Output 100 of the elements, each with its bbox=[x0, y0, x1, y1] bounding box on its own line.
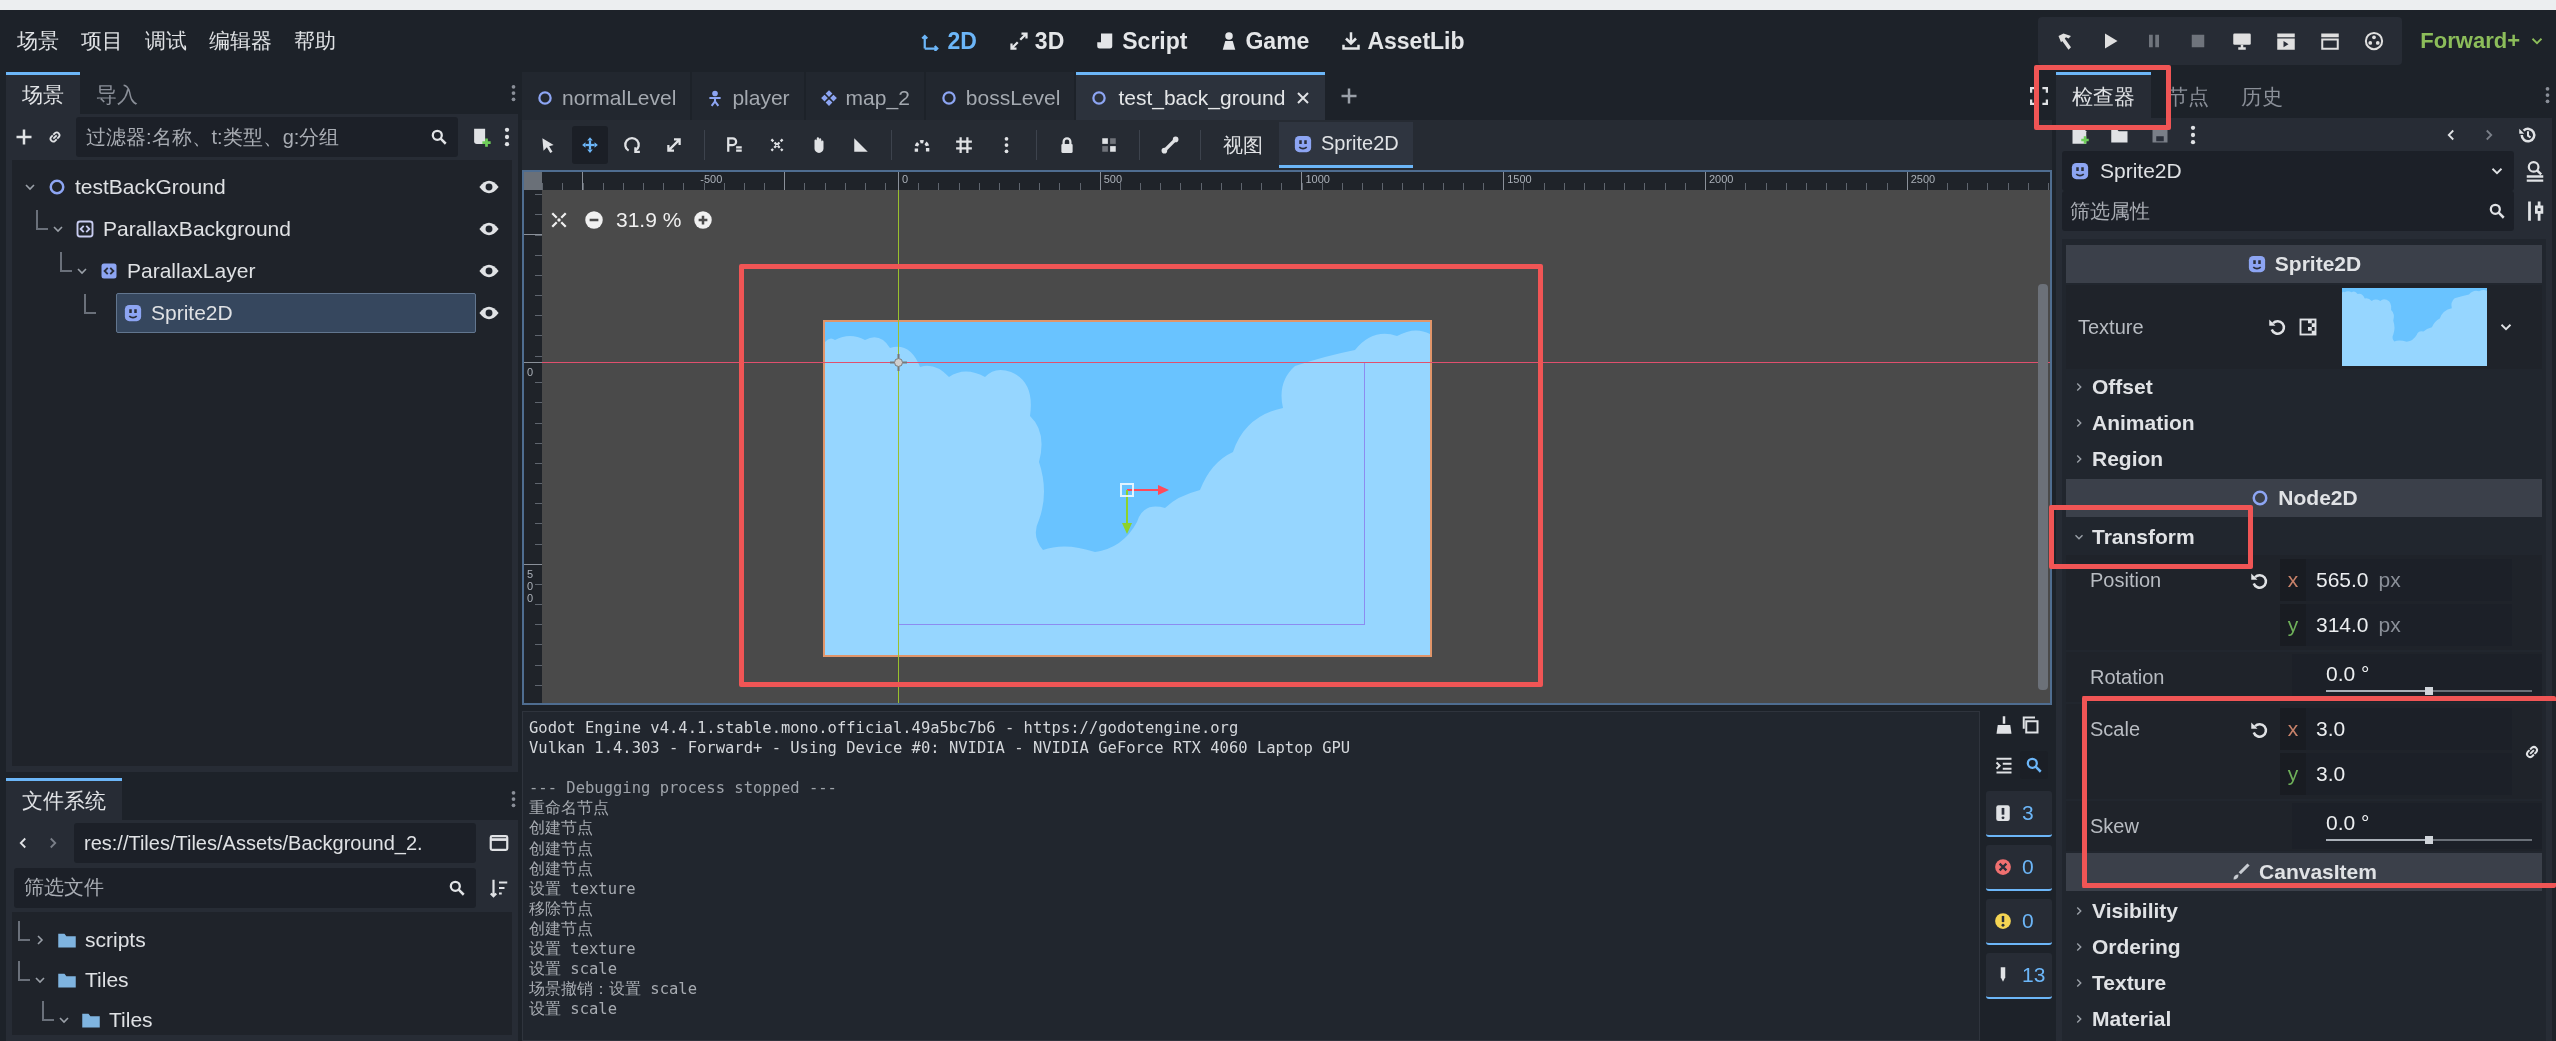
log-line: 创建节点 bbox=[529, 858, 594, 879]
dock-tab[interactable]: 文件系统 bbox=[6, 778, 122, 820]
tree-item[interactable]: Sprite2D bbox=[116, 293, 476, 333]
zoom-in-icon[interactable] bbox=[693, 210, 714, 230]
error-filter-button[interactable]: 0 bbox=[1986, 845, 2052, 891]
editor-filter-button[interactable]: 13 bbox=[1986, 953, 2052, 999]
scene-tab[interactable]: test_back_ground bbox=[1076, 72, 1326, 120]
menu-item[interactable]: 调试 bbox=[134, 21, 198, 61]
scene-tab[interactable]: normalLevel bbox=[522, 72, 691, 120]
kebab-menu-icon[interactable] bbox=[2190, 124, 2196, 145]
path-field[interactable]: res://Tiles/Tiles/Assets/Background_2. bbox=[74, 823, 476, 863]
workspace-tab[interactable]: Game bbox=[1215, 23, 1314, 59]
window-icon[interactable] bbox=[488, 832, 510, 854]
menu-item[interactable]: 帮助 bbox=[283, 21, 347, 61]
collapse-icon[interactable] bbox=[1994, 755, 2014, 775]
workspace-tab[interactable]: 3D bbox=[1004, 23, 1069, 59]
tree-item[interactable]: ParallaxLayer bbox=[92, 251, 476, 291]
scene-tab[interactable]: map_2 bbox=[805, 72, 924, 120]
search-icon bbox=[430, 128, 448, 146]
filter-field[interactable]: 筛选文件 bbox=[14, 867, 476, 908]
smiley-icon bbox=[1293, 133, 1313, 154]
workspace-tab[interactable]: Script bbox=[1092, 23, 1192, 59]
log-line: 设置 texture bbox=[529, 939, 637, 960]
view-menu[interactable]: 视图 bbox=[1213, 123, 1273, 167]
reset-icon[interactable] bbox=[2268, 317, 2288, 337]
reset-icon[interactable] bbox=[2250, 720, 2270, 740]
menu-item[interactable]: 编辑器 bbox=[198, 21, 283, 61]
message-filter-button[interactable]: 3 bbox=[1986, 791, 2052, 837]
dock-tab[interactable]: 检查器 bbox=[2056, 72, 2151, 118]
dock-tab[interactable]: 场景 bbox=[6, 72, 80, 114]
section-title: Node2D bbox=[2278, 486, 2358, 510]
tree-item[interactable]: ParallaxBackground bbox=[68, 209, 476, 249]
log-line: 设置 scale bbox=[529, 959, 618, 980]
kebab-menu-icon[interactable] bbox=[2545, 86, 2550, 104]
scrollbar-thumb[interactable] bbox=[2038, 284, 2048, 690]
center-view-icon[interactable] bbox=[550, 211, 568, 229]
warning-filter-button[interactable]: 0 bbox=[1986, 899, 2052, 945]
ruler-corner bbox=[524, 172, 542, 190]
plus-icon[interactable] bbox=[1339, 86, 1360, 106]
log-line: 创建节点 bbox=[529, 838, 594, 859]
log-line: 设置 scale bbox=[529, 999, 618, 1020]
workspace-tab[interactable]: 2D bbox=[917, 23, 981, 59]
kebab-menu-icon bbox=[1003, 136, 1009, 154]
warning-icon bbox=[1994, 912, 2012, 930]
kebab-menu-icon[interactable] bbox=[504, 127, 510, 147]
dock-tab[interactable]: 历史 bbox=[2225, 72, 2299, 118]
property-label: Rotation bbox=[2090, 665, 2166, 689]
zoom-level[interactable]: 31.9 % bbox=[616, 208, 682, 232]
object-selector[interactable]: Sprite2D bbox=[2062, 151, 2514, 191]
ring-icon bbox=[47, 177, 67, 197]
help-doc-icon[interactable] bbox=[2524, 160, 2546, 182]
workspace-tab[interactable]: AssetLib bbox=[1337, 23, 1469, 59]
property-group[interactable]: Ordering bbox=[2066, 929, 2542, 965]
log-line: 创建节点 bbox=[529, 918, 594, 940]
tree-connector-line bbox=[36, 210, 48, 230]
film-reel-icon bbox=[2364, 31, 2385, 51]
folder-item[interactable]: Tiles bbox=[50, 960, 500, 1000]
scene-tab[interactable]: player bbox=[692, 72, 804, 120]
filter-field[interactable]: 筛选属性 bbox=[2062, 191, 2514, 231]
brush-icon bbox=[2231, 862, 2252, 882]
move-tool[interactable] bbox=[572, 126, 608, 164]
kebab-menu-icon[interactable] bbox=[511, 790, 516, 808]
log-line: Vulkan 1.4.303 - Forward+ - Using Device #0: NVIDIA - NVIDIA GeForce RTX 4060 Laptop GPU bbox=[529, 738, 1352, 759]
kebab-menu-icon[interactable] bbox=[511, 84, 516, 102]
scale-icon bbox=[665, 136, 683, 154]
zoom-out-icon[interactable] bbox=[584, 210, 604, 230]
menu-item[interactable]: 场景 bbox=[6, 21, 70, 61]
sprite-menu-button[interactable]: Sprite2D bbox=[1279, 122, 1413, 168]
folder-item[interactable]: Tiles bbox=[74, 1000, 500, 1035]
property-group[interactable]: Animation bbox=[2066, 405, 2542, 441]
section-title: CanvasItem bbox=[2259, 860, 2377, 884]
log-line: 设置 texture bbox=[529, 878, 637, 899]
ruler-label: -500 bbox=[700, 173, 723, 185]
list-select-icon bbox=[726, 136, 744, 154]
tree-connector-line bbox=[18, 961, 30, 981]
property-group[interactable]: Offset bbox=[2066, 369, 2542, 405]
property-group[interactable]: Region bbox=[2066, 441, 2542, 477]
reset-icon[interactable] bbox=[2250, 571, 2270, 591]
property-group[interactable]: Visibility bbox=[2066, 893, 2542, 929]
property-label: Texture bbox=[2078, 315, 2145, 339]
smiley-icon bbox=[2246, 254, 2267, 274]
diamond-grid-icon bbox=[819, 88, 838, 107]
tree-item[interactable]: testBackGround bbox=[40, 167, 476, 207]
scene-tab[interactable]: bossLevel bbox=[925, 72, 1075, 120]
renderer-dropdown[interactable]: Forward+ bbox=[2416, 24, 2550, 58]
property-group[interactable]: Texture bbox=[2066, 965, 2542, 1001]
folder-item[interactable]: scripts bbox=[50, 920, 500, 960]
log-line: --- Debugging process stopped --- bbox=[529, 778, 838, 799]
dock-tab[interactable]: 导入 bbox=[80, 72, 154, 114]
filter-field[interactable]: 过滤器:名称、t:类型、g:分组 bbox=[76, 117, 458, 157]
close-icon[interactable] bbox=[1295, 89, 1312, 106]
ruler-label: 2500 bbox=[1910, 173, 1936, 185]
property-group[interactable]: Transform bbox=[2066, 519, 2542, 555]
clear-output-icon[interactable] bbox=[1994, 715, 2014, 735]
copy-icon[interactable] bbox=[2020, 715, 2040, 735]
checker-icon[interactable] bbox=[2298, 317, 2318, 337]
tree-connector-line bbox=[84, 294, 96, 314]
menu-item[interactable]: 项目 bbox=[70, 21, 134, 61]
property-group[interactable]: Material bbox=[2066, 1001, 2542, 1037]
fullscreen-icon[interactable] bbox=[2030, 87, 2048, 105]
